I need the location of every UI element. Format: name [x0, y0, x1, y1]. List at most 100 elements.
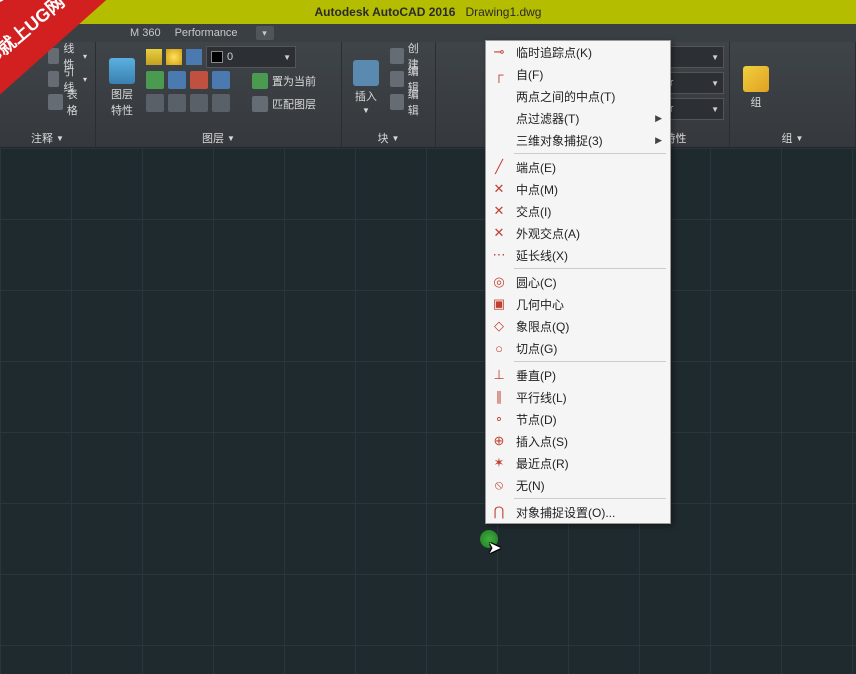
- table-button[interactable]: 表格: [46, 92, 89, 112]
- group-tool-icon[interactable]: [780, 46, 798, 64]
- snap-icon: [490, 87, 508, 105]
- layer-tool-icon[interactable]: [212, 94, 230, 112]
- menu-item[interactable]: ∥ 平行线(L): [486, 386, 670, 408]
- tab-m360[interactable]: M 360: [130, 27, 161, 39]
- snap-icon: ◎: [490, 273, 508, 291]
- layer-tool-icon[interactable]: [146, 94, 164, 112]
- menu-label: 圆心(C): [516, 274, 662, 291]
- menu-item[interactable]: 两点之间的中点(T): [486, 85, 670, 107]
- menu-label: 象限点(Q): [516, 318, 662, 335]
- lock-icon[interactable]: [186, 49, 202, 65]
- menu-label: 外观交点(A): [516, 225, 662, 242]
- snap-icon: ▣: [490, 295, 508, 313]
- snap-icon: ⋂: [490, 503, 508, 521]
- menu-item[interactable]: 点过滤器(T) ▶: [486, 107, 670, 129]
- snap-icon: ┌: [490, 65, 508, 83]
- snap-icon: ⊕: [490, 432, 508, 450]
- layer-properties-button[interactable]: 图层 特性: [102, 46, 142, 129]
- snap-icon: ◇: [490, 317, 508, 335]
- set-current-button[interactable]: 置为当前: [250, 71, 318, 91]
- menu-item[interactable]: ┌ 自(F): [486, 63, 670, 85]
- menu-label: 无(N): [516, 477, 662, 494]
- snap-icon: ⊸: [490, 43, 508, 61]
- menu-separator: [514, 268, 666, 269]
- snap-icon: ✕: [490, 224, 508, 242]
- snap-icon: ✕: [490, 202, 508, 220]
- menu-item[interactable]: ▣几何中心: [486, 293, 670, 315]
- snap-icon: ╱: [490, 158, 508, 176]
- menu-separator: [514, 498, 666, 499]
- layer-tool-icon[interactable]: [190, 94, 208, 112]
- snap-icon: ✕: [490, 180, 508, 198]
- panel-group-title[interactable]: 组▼: [736, 129, 849, 147]
- layer-tool-icon[interactable]: [168, 71, 186, 89]
- menu-label: 平行线(L): [516, 389, 662, 406]
- layer-tool-icon[interactable]: [212, 71, 230, 89]
- menu-label: 插入点(S): [516, 433, 662, 450]
- menu-item[interactable]: ◇ 象限点(Q): [486, 315, 670, 337]
- menu-item[interactable]: ⊸ 临时追踪点(K): [486, 41, 670, 63]
- menu-item[interactable]: ○ 切点(G): [486, 337, 670, 359]
- menu-item[interactable]: ✕ 中点(M): [486, 178, 670, 200]
- tab-performance[interactable]: Performance: [175, 27, 238, 39]
- menu-item[interactable]: ⊥垂直(P): [486, 364, 670, 386]
- file-name: Drawing1.dwg: [465, 5, 541, 19]
- group-tool-icon[interactable]: [780, 88, 798, 106]
- panel-layers-title[interactable]: 图层▼: [102, 129, 335, 147]
- menu-item[interactable]: ✶最近点(R): [486, 452, 670, 474]
- app-name: Autodesk AutoCAD 2016: [315, 5, 456, 19]
- qat-dropdown-icon[interactable]: ▾: [256, 26, 274, 40]
- star-icon: [743, 66, 769, 92]
- snap-icon: ∘: [490, 410, 508, 428]
- menu-item[interactable]: ◎ 圆心(C): [486, 271, 670, 293]
- menu-item[interactable]: ⋂ 对象捕捉设置(O)...: [486, 501, 670, 523]
- group-button[interactable]: 组: [736, 46, 776, 129]
- menu-label: 交点(I): [516, 203, 662, 220]
- panel-group: 组 组▼: [730, 42, 856, 147]
- menu-item[interactable]: 三维对象捕捉(3) ▶: [486, 129, 670, 151]
- snap-icon: ∥: [490, 388, 508, 406]
- drawing-canvas[interactable]: [0, 148, 856, 674]
- panel-annotate: 线性▾ 引线▾ 表格 注释▼: [0, 42, 96, 147]
- snap-icon: ○: [490, 339, 508, 357]
- menu-label: 垂直(P): [516, 367, 662, 384]
- menu-separator: [514, 153, 666, 154]
- menu-separator: [514, 361, 666, 362]
- menu-label: 两点之间的中点(T): [516, 88, 662, 105]
- submenu-arrow-icon: ▶: [655, 113, 662, 124]
- layer-tool-icon[interactable]: [168, 94, 186, 112]
- menu-label: 端点(E): [516, 159, 662, 176]
- menu-item[interactable]: ⋯ 延长线(X): [486, 244, 670, 266]
- menu-label: 自(F): [516, 66, 662, 83]
- panel-blocks-title[interactable]: 块▼: [348, 129, 429, 147]
- menu-label: 对象捕捉设置(O)...: [516, 504, 662, 521]
- menu-item[interactable]: ✕ 外观交点(A): [486, 222, 670, 244]
- title-bar: Autodesk AutoCAD 2016 Drawing1.dwg: [0, 0, 856, 24]
- menu-label: 切点(G): [516, 340, 662, 357]
- ribbon-tabs: M 360 Performance ▾: [0, 24, 856, 42]
- menu-item[interactable]: ⦸ 无(N): [486, 474, 670, 496]
- snap-icon: ⦸: [490, 476, 508, 494]
- sun-icon[interactable]: [166, 49, 182, 65]
- menu-item[interactable]: ╱ 端点(E): [486, 156, 670, 178]
- match-layer-button[interactable]: 匹配图层: [250, 94, 318, 114]
- menu-label: 三维对象捕捉(3): [516, 132, 647, 149]
- menu-item[interactable]: ✕ 交点(I): [486, 200, 670, 222]
- panel-annotate-title[interactable]: 注释▼: [6, 129, 89, 147]
- edit-attr-button[interactable]: 编辑: [388, 92, 429, 112]
- layer-tool-icon[interactable]: [146, 71, 164, 89]
- menu-item[interactable]: ⊕ 插入点(S): [486, 430, 670, 452]
- submenu-arrow-icon: ▶: [655, 135, 662, 146]
- menu-item[interactable]: ∘节点(D): [486, 408, 670, 430]
- layer-combo[interactable]: 0▼: [206, 46, 296, 68]
- menu-label: 临时追踪点(K): [516, 44, 662, 61]
- group-tool-icon[interactable]: [780, 67, 798, 85]
- bulb-icon[interactable]: [146, 49, 162, 65]
- layer-tool-icon[interactable]: [190, 71, 208, 89]
- snap-icon: ⋯: [490, 246, 508, 264]
- menu-label: 点过滤器(T): [516, 110, 647, 127]
- menu-label: 中点(M): [516, 181, 662, 198]
- panel-blocks: 插入 ▼ 创建 编辑 编辑 块▼: [342, 42, 436, 147]
- menu-label: 延长线(X): [516, 247, 662, 264]
- insert-button[interactable]: 插入 ▼: [348, 46, 384, 129]
